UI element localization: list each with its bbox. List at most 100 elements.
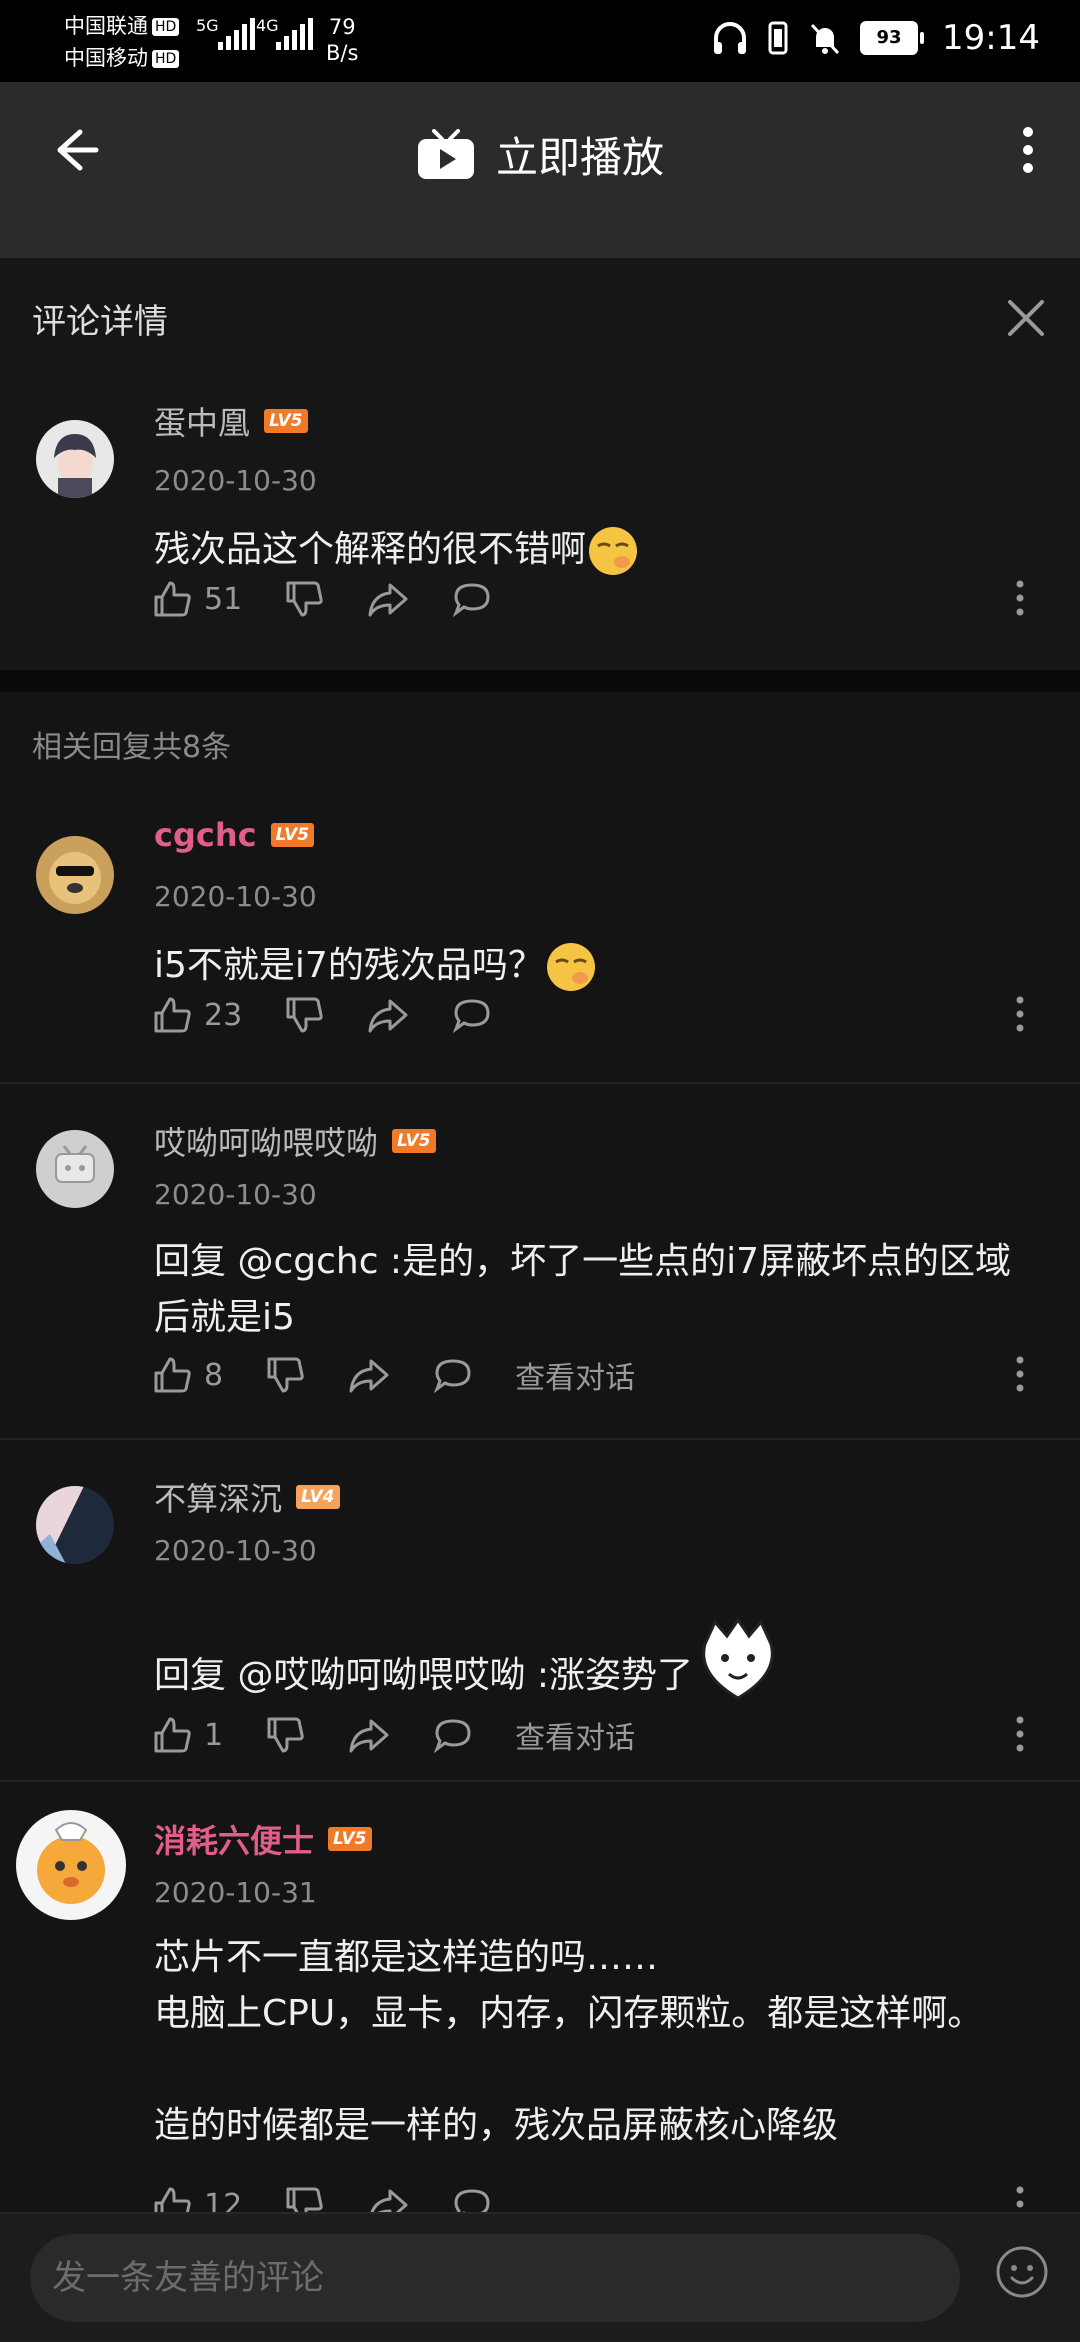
speed-unit: B/s [326, 41, 359, 65]
doge-thinking-emoji-icon [589, 527, 638, 575]
username[interactable]: cgchc [154, 816, 257, 854]
level-badge: LV5 [270, 823, 315, 847]
replies-header: 相关回复共8条 [32, 730, 232, 765]
thumb-up-icon [154, 2187, 191, 2212]
like-count: 8 [204, 1357, 224, 1393]
reply-item: 哎呦呵呦喂哎呦 LV5 2020-10-30 回复 @cgchc :是的，坏了一… [0, 1082, 1080, 1440]
more-vertical-icon[interactable] [996, 118, 1060, 182]
app-bar: 立即播放 [0, 82, 1080, 258]
like-count: 51 [204, 581, 243, 617]
share-button[interactable] [347, 1353, 391, 1397]
comment-body: i5不就是i7的残次品吗？ [154, 945, 544, 986]
avatar[interactable] [36, 1486, 114, 1564]
comment-author[interactable]: 不算深沉 LV4 [154, 1474, 340, 1520]
like-button[interactable]: 8 [150, 1353, 223, 1397]
close-icon[interactable] [996, 288, 1056, 348]
comment-more-icon[interactable] [1000, 1352, 1040, 1396]
comment-date: 2020-10-30 [154, 880, 317, 913]
dislike-button[interactable] [282, 993, 326, 1037]
comment-date: 2020-10-30 [154, 1534, 317, 1567]
reply-button[interactable] [431, 1713, 475, 1757]
share-button[interactable] [366, 2183, 410, 2212]
dislike-button[interactable] [263, 1713, 307, 1757]
thumb-down-icon [267, 1357, 304, 1393]
comment-actions: 23 [150, 990, 1050, 1040]
dislike-button[interactable] [263, 1353, 307, 1397]
comment-bubble-icon [433, 1719, 471, 1754]
comment-body: 回复 @哎呦呵呦喂哎呦 :涨姿势了 [154, 1655, 694, 1696]
reply-button[interactable] [431, 1353, 475, 1397]
like-count: 1 [204, 1717, 224, 1753]
like-count: 23 [204, 997, 243, 1033]
username[interactable]: 不算深沉 [154, 1474, 282, 1520]
battery-indicator: 93 [860, 21, 925, 55]
carrier-1: 中国联通 [64, 14, 148, 38]
hd-badge: HD [152, 50, 180, 68]
cat-sticker-icon [702, 1617, 774, 1700]
comment-more-icon[interactable] [1000, 576, 1040, 620]
comment-date: 2020-10-30 [154, 1178, 317, 1211]
comment-author[interactable]: 哎呦呵呦喂哎呦 LV5 [154, 1118, 436, 1164]
like-count: 12 [204, 2187, 243, 2213]
thumb-down-icon [267, 1717, 304, 1753]
comment-bubble-icon [452, 999, 490, 1034]
avatar[interactable] [36, 1130, 114, 1208]
thumb-down-icon [286, 997, 323, 1033]
comment-author[interactable]: 蛋中凰 LV5 [154, 398, 308, 444]
dislike-button[interactable] [282, 577, 326, 621]
comment-body: 残次品这个解释的很不错啊 [154, 529, 587, 570]
username[interactable]: 消耗六便士 [154, 1816, 314, 1862]
headphones-icon [714, 22, 747, 54]
app-bar-title: 立即播放 [495, 133, 664, 182]
like-button[interactable]: 51 [150, 577, 242, 621]
comment-detail-header: 评论详情 [0, 258, 1080, 374]
comment-author[interactable]: cgchc LV5 [154, 816, 315, 854]
hd-badge: HD [152, 18, 180, 36]
status-right: 93 19:14 [710, 18, 1040, 58]
share-button[interactable] [366, 993, 410, 1037]
comment-actions: 51 [150, 574, 1050, 624]
share-icon [368, 999, 408, 1033]
comment-text: 芯片不一直都是这样造的吗…… 电脑上CPU，显卡，内存，闪存颗粒。都是这样啊。 … [154, 1937, 984, 2146]
network-5g-label: 5G [196, 16, 219, 35]
comment-more-icon[interactable] [1000, 1712, 1040, 1756]
reply-button[interactable] [450, 577, 494, 621]
username[interactable]: 哎呦呵呦喂哎呦 [154, 1118, 378, 1164]
share-icon [370, 2189, 408, 2212]
comment-input-bar: 发一条友善的评论 [0, 2212, 1080, 2342]
comment-author[interactable]: 消耗六便士 LV5 [154, 1816, 372, 1862]
speed-value: 79 [328, 15, 356, 39]
dislike-button[interactable] [282, 2183, 326, 2212]
avatar[interactable] [36, 420, 114, 498]
comment-more-icon[interactable] [1000, 992, 1040, 1036]
like-button[interactable]: 23 [150, 993, 242, 1037]
comment-more-icon[interactable] [1000, 2182, 1040, 2212]
reply-button[interactable] [450, 993, 494, 1037]
vibrate-icon [768, 21, 788, 55]
like-button[interactable]: 12 [150, 2183, 242, 2212]
share-button[interactable] [366, 577, 410, 621]
share-icon [368, 583, 408, 617]
level-badge: LV5 [392, 1129, 436, 1153]
thumb-up-icon [154, 1357, 191, 1393]
play-now-button[interactable]: 立即播放 [0, 124, 1080, 185]
network-speed: 79 B/s [326, 14, 358, 66]
view-conversation-link[interactable]: 查看对话 [515, 1353, 635, 1397]
comment-text: 回复 @哎呦呵呦喂哎呦 :涨姿势了 [154, 1614, 1040, 1704]
comment-text: 残次品这个解释的很不错啊 [154, 522, 1040, 578]
share-button[interactable] [347, 1713, 391, 1757]
avatar[interactable] [36, 836, 114, 914]
view-conversation-link[interactable]: 查看对话 [515, 1713, 635, 1757]
main-comment: 蛋中凰 LV5 2020-10-30 残次品这个解释的很不错啊 51 [0, 374, 1080, 670]
clock: 19:14 [942, 18, 1040, 58]
avatar[interactable] [16, 1810, 126, 1920]
like-button[interactable]: 1 [150, 1713, 223, 1757]
username[interactable]: 蛋中凰 [154, 398, 250, 444]
emoji-picker-icon[interactable] [994, 2244, 1050, 2300]
comment-input[interactable]: 发一条友善的评论 [30, 2234, 960, 2322]
comment-bubble-icon [452, 583, 490, 618]
comment-text: 回复 @cgchc :是的，坏了一些点的i7屏蔽坏点的区域后就是i5 [154, 1241, 1011, 1338]
thumb-down-icon [286, 2187, 323, 2212]
comment-actions: 12 [150, 2180, 1050, 2212]
reply-button[interactable] [450, 2183, 494, 2212]
